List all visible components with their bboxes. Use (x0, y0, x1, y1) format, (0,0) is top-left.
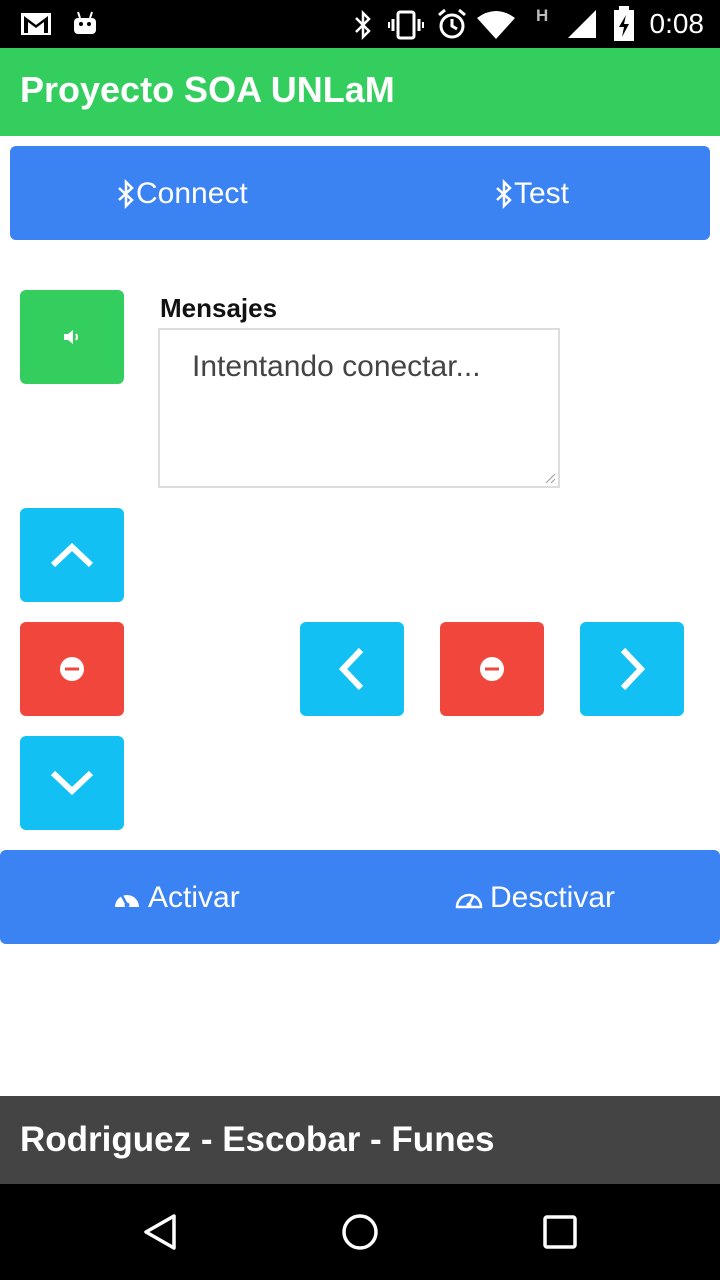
chevron-right-icon (620, 647, 646, 691)
move-down-button[interactable] (20, 736, 124, 830)
bluetooth-icon (496, 179, 512, 209)
messages-textarea[interactable]: Intentando conectar... (158, 328, 560, 488)
home-icon[interactable] (340, 1212, 380, 1252)
wifi-icon (477, 11, 515, 39)
activate-button-label: Activar (148, 881, 240, 914)
move-left-button[interactable] (300, 622, 404, 716)
dashboard-icon (115, 893, 139, 908)
stop-horizontal-button[interactable] (440, 622, 544, 716)
minus-circle-icon (60, 657, 84, 681)
messages-text: Intentando conectar... (192, 350, 481, 383)
test-button[interactable]: Test (494, 176, 569, 212)
back-icon[interactable] (140, 1212, 180, 1252)
stop-vertical-button[interactable] (20, 622, 124, 716)
chevron-left-icon (338, 647, 364, 691)
move-up-button[interactable] (20, 508, 124, 602)
move-right-button[interactable] (580, 622, 684, 716)
status-time: 0:08 (649, 8, 705, 39)
app-bar: Proyecto SOA UNLaM (0, 48, 720, 136)
sound-button[interactable] (20, 290, 124, 384)
activate-button[interactable]: Activar (112, 880, 240, 916)
resize-handle-icon[interactable] (544, 472, 556, 484)
vibrate-icon (388, 10, 424, 40)
network-type-indicator: H (536, 6, 549, 25)
recents-icon[interactable] (542, 1214, 578, 1250)
android-icon (74, 11, 96, 34)
chevron-down-icon (50, 770, 94, 796)
connect-button[interactable]: Connect (116, 176, 248, 212)
speaker-icon (64, 330, 78, 344)
test-button-label: Test (514, 177, 570, 210)
footer-authors: Rodriguez - Escobar - Funes (20, 1120, 495, 1159)
bluetooth-icon (355, 10, 371, 40)
deactivate-button-label: Desctivar (490, 881, 616, 914)
messages-label: Mensajes (160, 293, 278, 323)
battery-charging-icon (614, 6, 634, 41)
footer: Rodriguez - Escobar - Funes (0, 1096, 720, 1184)
navigation-bar (0, 1184, 720, 1280)
bluetooth-icon (118, 179, 134, 209)
chevron-up-icon (50, 542, 94, 568)
app-title: Proyecto SOA UNLaM (20, 69, 395, 110)
deactivate-button[interactable]: Desctivar (454, 880, 615, 916)
minus-circle-icon (480, 657, 504, 681)
dashboard-icon (455, 893, 483, 909)
sensor-button-bar: Activar Desctivar (0, 850, 720, 944)
bluetooth-button-bar: Connect Test (10, 146, 710, 240)
status-bar: H 0:08 (0, 0, 720, 48)
alarm-icon (438, 8, 466, 39)
connect-button-label: Connect (136, 177, 248, 210)
gmail-icon (21, 13, 51, 35)
cell-signal-icon (568, 10, 596, 38)
